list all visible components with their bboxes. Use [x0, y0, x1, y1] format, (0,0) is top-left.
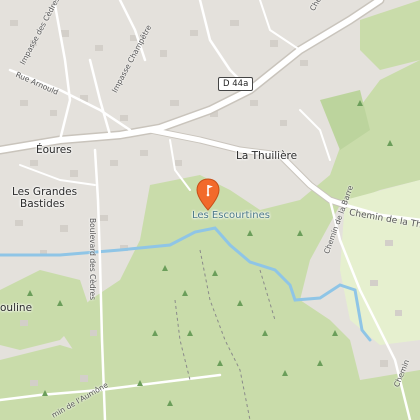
- place-label-rouline: ouline: [0, 302, 33, 314]
- place-label-eoures: Éoures: [36, 144, 72, 156]
- map-view[interactable]: Éoures La Thuilière Les Grandes Bastides…: [0, 0, 420, 420]
- street-label-boulevard-des-cedres: Boulevard des Cèdres: [88, 218, 97, 301]
- place-label-les-grandes-bastides-line1: Les Grandes: [12, 186, 78, 198]
- poi-label[interactable]: Les Escourtines: [192, 210, 270, 221]
- open-land-area: [340, 180, 420, 345]
- place-label-les-grandes-bastides-line2: Bastides: [20, 198, 65, 210]
- pin-icon: [196, 178, 220, 211]
- road-ref-shield: D 44a: [218, 77, 254, 91]
- poi-marker[interactable]: [195, 178, 221, 212]
- place-label-la-thuiliere: La Thuilière: [236, 150, 298, 162]
